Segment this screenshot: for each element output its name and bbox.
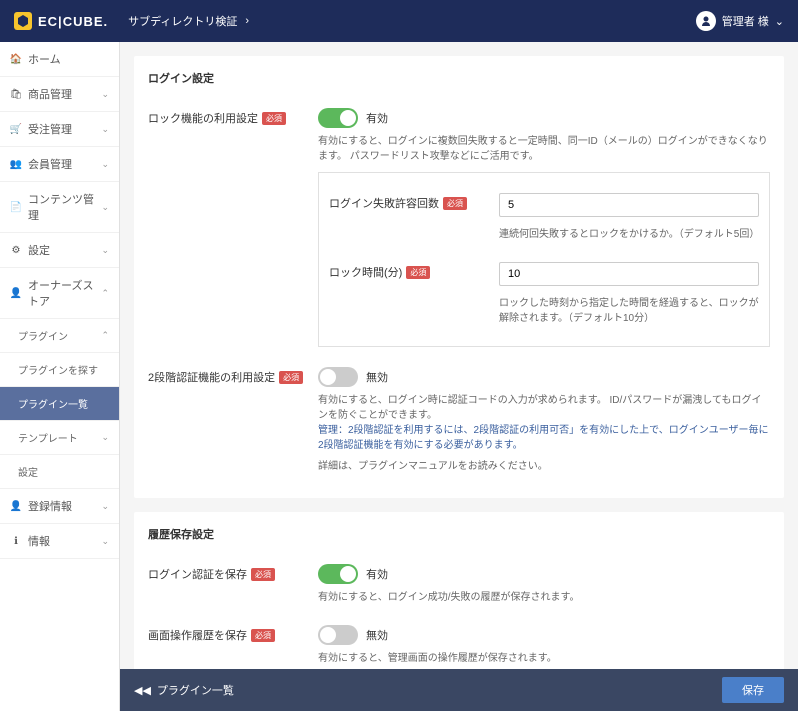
nav-plugin-list[interactable]: プラグイン一覧	[0, 387, 119, 421]
nav-store-settings[interactable]: 設定	[0, 455, 119, 489]
tfa-toggle-label: 無効	[366, 372, 388, 384]
logo-icon	[14, 12, 32, 30]
user-name: 管理者 様	[722, 13, 769, 29]
store-icon: 👤	[10, 287, 22, 299]
main-content: ログイン設定 ロック機能の利用設定必須 有効 有効にすると、ログインに複数回失敗…	[120, 42, 798, 711]
fail-count-input[interactable]	[499, 193, 759, 217]
login-hist-toggle[interactable]	[318, 564, 358, 584]
sidebar: 🏠ホーム 🛍商品管理⌄ 🛒受注管理⌄ 👥会員管理⌄ 📄コンテンツ管理⌄ ⚙設定⌄…	[0, 42, 120, 711]
login-hist-label: ログイン認証を保存必須	[148, 564, 318, 582]
nav-settings[interactable]: ⚙設定⌄	[0, 233, 119, 268]
back-button[interactable]: ◀◀ プラグイン一覧	[134, 682, 234, 698]
footer: ◀◀ プラグイン一覧 保存	[120, 669, 798, 711]
screen-hist-toggle-label: 無効	[366, 630, 388, 642]
lock-toggle[interactable]	[318, 108, 358, 128]
avatar-icon	[696, 11, 716, 31]
lock-nested: ログイン失敗許容回数必須 連続何回失敗するとロックをかけるか。（デフォルト5回）…	[318, 172, 770, 347]
logo[interactable]: EC|CUBE.	[14, 12, 108, 30]
member-icon: 👥	[10, 158, 22, 170]
product-icon: 🛍	[10, 88, 22, 100]
required-badge: 必須	[406, 266, 430, 279]
nav-plugin[interactable]: プラグイン⌃	[0, 319, 119, 353]
tfa-toggle[interactable]	[318, 367, 358, 387]
breadcrumb-text: サブディレクトリ検証	[128, 13, 237, 29]
lock-time-input[interactable]	[499, 262, 759, 286]
order-icon: 🛒	[10, 123, 22, 135]
login-section-title: ログイン設定	[148, 70, 770, 86]
fail-count-help: 連続何回失敗するとロックをかけるか。（デフォルト5回）	[499, 227, 759, 242]
required-badge: 必須	[279, 371, 303, 384]
nav-content[interactable]: 📄コンテンツ管理⌄	[0, 182, 119, 233]
back-label: プラグイン一覧	[157, 682, 234, 698]
lock-time-label: ロック時間(分)必須	[329, 262, 499, 280]
fail-count-label: ログイン失敗許容回数必須	[329, 193, 499, 211]
nav-plugin-search[interactable]: プラグインを探す	[0, 353, 119, 387]
gear-icon: ⚙	[10, 244, 22, 256]
content-icon: 📄	[10, 201, 22, 213]
lock-label: ロック機能の利用設定必須	[148, 108, 318, 126]
chevron-right-icon: ›	[245, 15, 249, 27]
nav-order[interactable]: 🛒受注管理⌄	[0, 112, 119, 147]
tfa-help1: 有効にすると、ログイン時に認証コードの入力が求められます。 ID/パスワードが漏…	[318, 393, 770, 423]
header: EC|CUBE. サブディレクトリ検証 › 管理者 様 ⌄	[0, 0, 798, 42]
nav-owners-store[interactable]: 👤オーナーズストア⌃	[0, 268, 119, 319]
required-badge: 必須	[443, 197, 467, 210]
info-icon: ℹ	[10, 535, 22, 547]
logo-text: EC|CUBE.	[38, 14, 108, 29]
chevron-down-icon: ⌄	[775, 15, 784, 28]
tfa-label: 2段階認証機能の利用設定必須	[148, 367, 318, 385]
login-section: ログイン設定 ロック機能の利用設定必須 有効 有効にすると、ログインに複数回失敗…	[134, 56, 784, 498]
home-icon: 🏠	[10, 53, 22, 65]
nav-registration[interactable]: 👤登録情報⌄	[0, 489, 119, 524]
nav-info[interactable]: ℹ情報⌄	[0, 524, 119, 559]
user-menu[interactable]: 管理者 様 ⌄	[696, 11, 784, 31]
history-section-title: 履歴保存設定	[148, 526, 770, 542]
login-hist-toggle-label: 有効	[366, 569, 388, 581]
nav-template[interactable]: テンプレート⌄	[0, 421, 119, 455]
screen-hist-label: 画面操作履歴を保存必須	[148, 625, 318, 643]
lock-time-help: ロックした時刻から指定した時間を経過すると、ロックが解除されます。（デフォルト1…	[499, 296, 759, 326]
history-section: 履歴保存設定 ログイン認証を保存必須 有効 有効にすると、ログイン成功/失敗の履…	[134, 512, 784, 690]
screen-hist-toggle[interactable]	[318, 625, 358, 645]
login-hist-help: 有効にすると、ログイン成功/失敗の履歴が保存されます。	[318, 590, 770, 605]
nav-member[interactable]: 👥会員管理⌄	[0, 147, 119, 182]
required-badge: 必須	[251, 568, 275, 581]
tfa-link[interactable]: 管理：2段階認証を利用するには、2段階認証の利用可否」を有効にした上で、ログイン…	[318, 423, 770, 453]
required-badge: 必須	[262, 112, 286, 125]
screen-hist-help: 有効にすると、管理画面の操作履歴が保存されます。	[318, 651, 770, 666]
nav-product[interactable]: 🛍商品管理⌄	[0, 77, 119, 112]
save-button[interactable]: 保存	[722, 677, 784, 703]
tfa-help2: 詳細は、プラグインマニュアルをお読みください。	[318, 459, 770, 474]
breadcrumb[interactable]: サブディレクトリ検証 ›	[128, 13, 249, 29]
back-icon: ◀◀	[134, 684, 151, 697]
lock-toggle-label: 有効	[366, 113, 388, 125]
lock-help: 有効にすると、ログインに複数回失敗すると一定時間、同一ID（メールの）ログインが…	[318, 134, 770, 164]
required-badge: 必須	[251, 629, 275, 642]
user-icon: 👤	[10, 500, 22, 512]
nav-home[interactable]: 🏠ホーム	[0, 42, 119, 77]
